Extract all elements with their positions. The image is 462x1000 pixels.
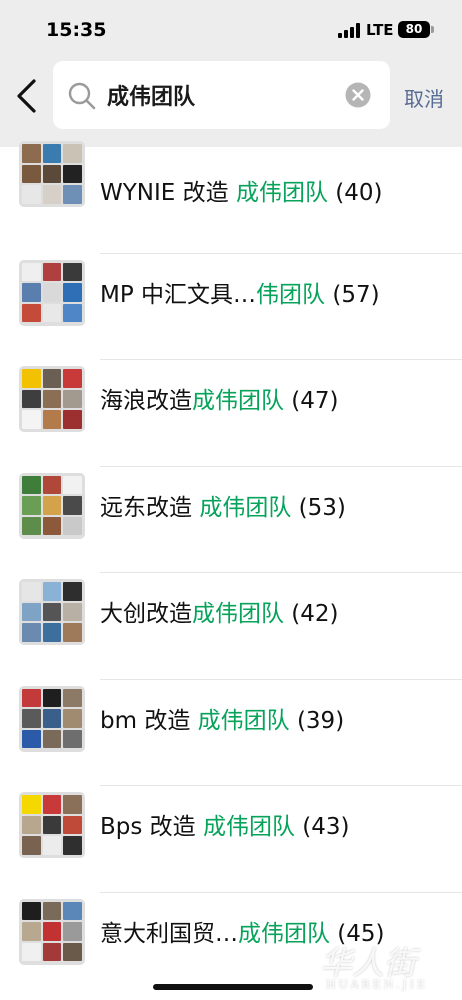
search-input[interactable]: 成伟团队 (107, 79, 195, 111)
search-header: 成伟团队 取消 (0, 52, 462, 147)
group-avatar (19, 366, 85, 432)
list-item-title: WYNIE 改造 成伟团队 (40) (100, 180, 383, 206)
group-avatar (19, 259, 85, 326)
list-item-title: MP 中汇文具…伟团队 (57) (100, 281, 380, 308)
watermark-latin: HUAREN.JIE (326, 978, 428, 991)
search-field[interactable]: 成伟团队 (53, 61, 390, 129)
list-item[interactable]: bm 改造 成伟团队 (39) (0, 680, 462, 786)
status-time: 15:35 (46, 19, 107, 41)
clear-icon[interactable] (345, 82, 371, 108)
network-label: LTE (366, 21, 394, 39)
group-avatar (19, 792, 85, 858)
list-item[interactable]: 海浪改造成伟团队 (47) (0, 360, 462, 467)
search-icon (68, 82, 96, 110)
list-item-title: 大创改造成伟团队 (42) (100, 601, 339, 627)
search-results-list: WYNIE 改造 成伟团队 (40) MP 中汇文具…伟团队 (57) 海浪改造… (0, 141, 462, 999)
list-item-title: Bps 改造 成伟团队 (43) (100, 814, 350, 840)
list-item[interactable]: WYNIE 改造 成伟团队 (40) (0, 141, 462, 254)
list-item[interactable]: 大创改造成伟团队 (42) (0, 573, 462, 680)
group-avatar (19, 472, 85, 539)
list-item-title: 远东改造 成伟团队 (53) (100, 494, 346, 521)
list-item[interactable]: 远东改造 成伟团队 (53) (0, 467, 462, 573)
home-indicator[interactable] (153, 984, 313, 990)
group-avatar (19, 685, 85, 752)
list-item[interactable]: Bps 改造 成伟团队 (43) (0, 786, 462, 893)
signal-icon (338, 23, 360, 38)
watermark-logo: 华人街 HUAREN.JIE (320, 938, 450, 996)
group-avatar (19, 141, 85, 207)
list-item-title: 海浪改造成伟团队 (47) (100, 388, 339, 414)
group-avatar (19, 898, 85, 965)
list-item[interactable]: MP 中汇文具…伟团队 (57) (0, 254, 462, 360)
cancel-button[interactable]: 取消 (404, 83, 444, 112)
status-bar: 15:35 LTE 80 (0, 0, 462, 52)
list-item-title: bm 改造 成伟团队 (39) (100, 707, 345, 734)
group-avatar (19, 579, 85, 645)
battery-icon: 80 (398, 21, 430, 38)
back-chevron-icon[interactable] (14, 78, 42, 114)
battery-tip (431, 26, 434, 33)
